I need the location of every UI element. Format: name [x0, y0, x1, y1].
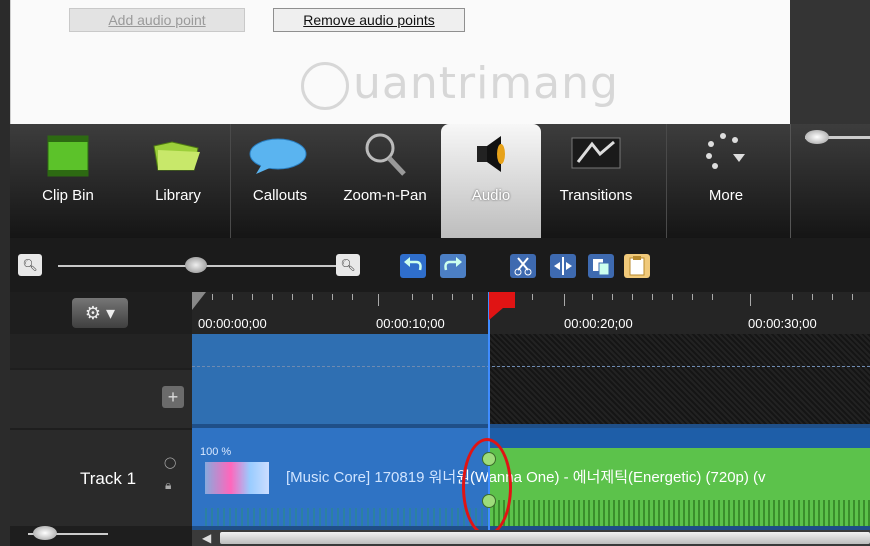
remove-audio-points-button[interactable]: Remove audio points: [273, 8, 465, 32]
cut-icon[interactable]: [510, 254, 536, 278]
ruler-tick: [472, 294, 473, 300]
timecode-label: 00:00:20;00: [564, 316, 633, 331]
ruler-tick: [232, 294, 233, 300]
ruler-tick: [812, 294, 813, 300]
film-strip-icon: [47, 135, 89, 177]
tool-audio[interactable]: Audio: [441, 124, 541, 238]
task-toolbar: Clip Bin Library Callouts Zoom-n-Pan Aud…: [10, 124, 870, 238]
zoom-out-icon[interactable]: 🔍︎: [18, 254, 42, 276]
ruler-tick: [712, 294, 713, 300]
ruler-tick: [692, 294, 693, 300]
clip-title: [Music Core] 170819 워너원(Wanna One) - 에너제…: [286, 469, 766, 486]
timeline-options-gear-icon[interactable]: ⚙ ▾: [72, 298, 128, 328]
ruler-tick: [750, 294, 751, 306]
ruler-tick: [252, 294, 253, 300]
playhead-marker-tip: [489, 308, 503, 320]
watermark-logo: uantrimang: [301, 58, 619, 110]
preview-slider-knob[interactable]: [805, 130, 829, 144]
tool-clip-bin[interactable]: Clip Bin: [10, 124, 126, 238]
scrollbar-thumb[interactable]: [220, 532, 870, 544]
empty-track-area[interactable]: [490, 334, 870, 424]
track-header-row: [10, 334, 192, 368]
timecode-label: 00:00:00;00: [198, 316, 267, 331]
timeline-toolbar: 🔍︎ 🔍︎: [10, 238, 870, 292]
ruler-tick: [592, 294, 593, 300]
audio-waveform: [488, 500, 870, 526]
ruler-tick: [412, 294, 413, 300]
magnifier-icon: [365, 133, 406, 176]
ruler-tick: [564, 294, 565, 306]
timeline-ruler[interactable]: 00:00:00;00 00:00:10;00 00:00:20;00 00:0…: [192, 292, 870, 334]
speaker-icon: [477, 136, 505, 172]
audio-waveform: [205, 508, 488, 526]
track-name: Track 1: [80, 469, 137, 488]
ruler-tick: [378, 294, 379, 306]
clip-header-strip: [490, 428, 870, 448]
ruler-tick: [672, 294, 673, 300]
redo-icon[interactable]: [440, 254, 466, 278]
paste-icon[interactable]: [624, 254, 650, 278]
zoom-slider-knob[interactable]: [185, 257, 207, 273]
timeline-selection[interactable]: [192, 334, 490, 424]
zoom-in-icon[interactable]: 🔍︎: [336, 254, 360, 276]
undo-icon[interactable]: [400, 254, 426, 278]
ruler-tick: [352, 294, 353, 300]
speech-bubble-icon: [249, 138, 307, 174]
ruler-tick: [612, 294, 613, 300]
volume-label: 100 %: [200, 446, 232, 458]
clip-thumbnail: [205, 462, 269, 494]
tool-transitions[interactable]: Transitions: [541, 124, 651, 238]
tool-zoom-n-pan[interactable]: Zoom-n-Pan: [329, 124, 441, 238]
ruler-tick: [272, 294, 273, 300]
audio-panel: Add audio point Remove audio points uant…: [10, 0, 791, 124]
folder-icon: [153, 141, 200, 171]
ruler-tick: [532, 294, 533, 300]
track-height-knob[interactable]: [33, 526, 57, 540]
track-divider: [192, 366, 870, 367]
tool-more[interactable]: More: [667, 124, 785, 238]
more-dots-icon: [706, 133, 745, 169]
in-point-marker-icon[interactable]: [192, 292, 208, 312]
ruler-tick: [292, 294, 293, 300]
add-track-button[interactable]: +: [162, 386, 184, 408]
scroll-left-icon[interactable]: ◀: [202, 531, 211, 545]
ruler-tick: [652, 294, 653, 300]
ruler-tick: [832, 294, 833, 300]
ruler-tick: [432, 294, 433, 300]
ruler-tick: [452, 294, 453, 300]
ruler-tick: [792, 294, 793, 300]
split-icon[interactable]: [550, 254, 576, 278]
preview-slider-area: [790, 124, 870, 238]
timecode-label: 00:00:10;00: [376, 316, 445, 331]
timecode-label: 00:00:30;00: [748, 316, 817, 331]
tool-callouts[interactable]: Callouts: [231, 124, 329, 238]
bulb-icon: [301, 62, 349, 110]
lock-icon[interactable]: 🔒︎: [165, 478, 171, 493]
playhead-marker-icon[interactable]: [489, 292, 515, 308]
ruler-tick: [312, 294, 313, 300]
ruler-tick: [332, 294, 333, 300]
highlight-circle: [462, 438, 512, 536]
add-audio-point-button[interactable]: Add audio point: [69, 8, 245, 32]
tool-library[interactable]: Library: [126, 124, 230, 238]
ruler-tick: [212, 294, 213, 300]
ruler-tick: [632, 294, 633, 300]
preview-pane: [790, 0, 870, 124]
ruler-tick: [852, 294, 853, 300]
copy-icon[interactable]: [588, 254, 614, 278]
eye-icon[interactable]: ◯: [164, 456, 176, 469]
transition-icon: [571, 137, 621, 169]
